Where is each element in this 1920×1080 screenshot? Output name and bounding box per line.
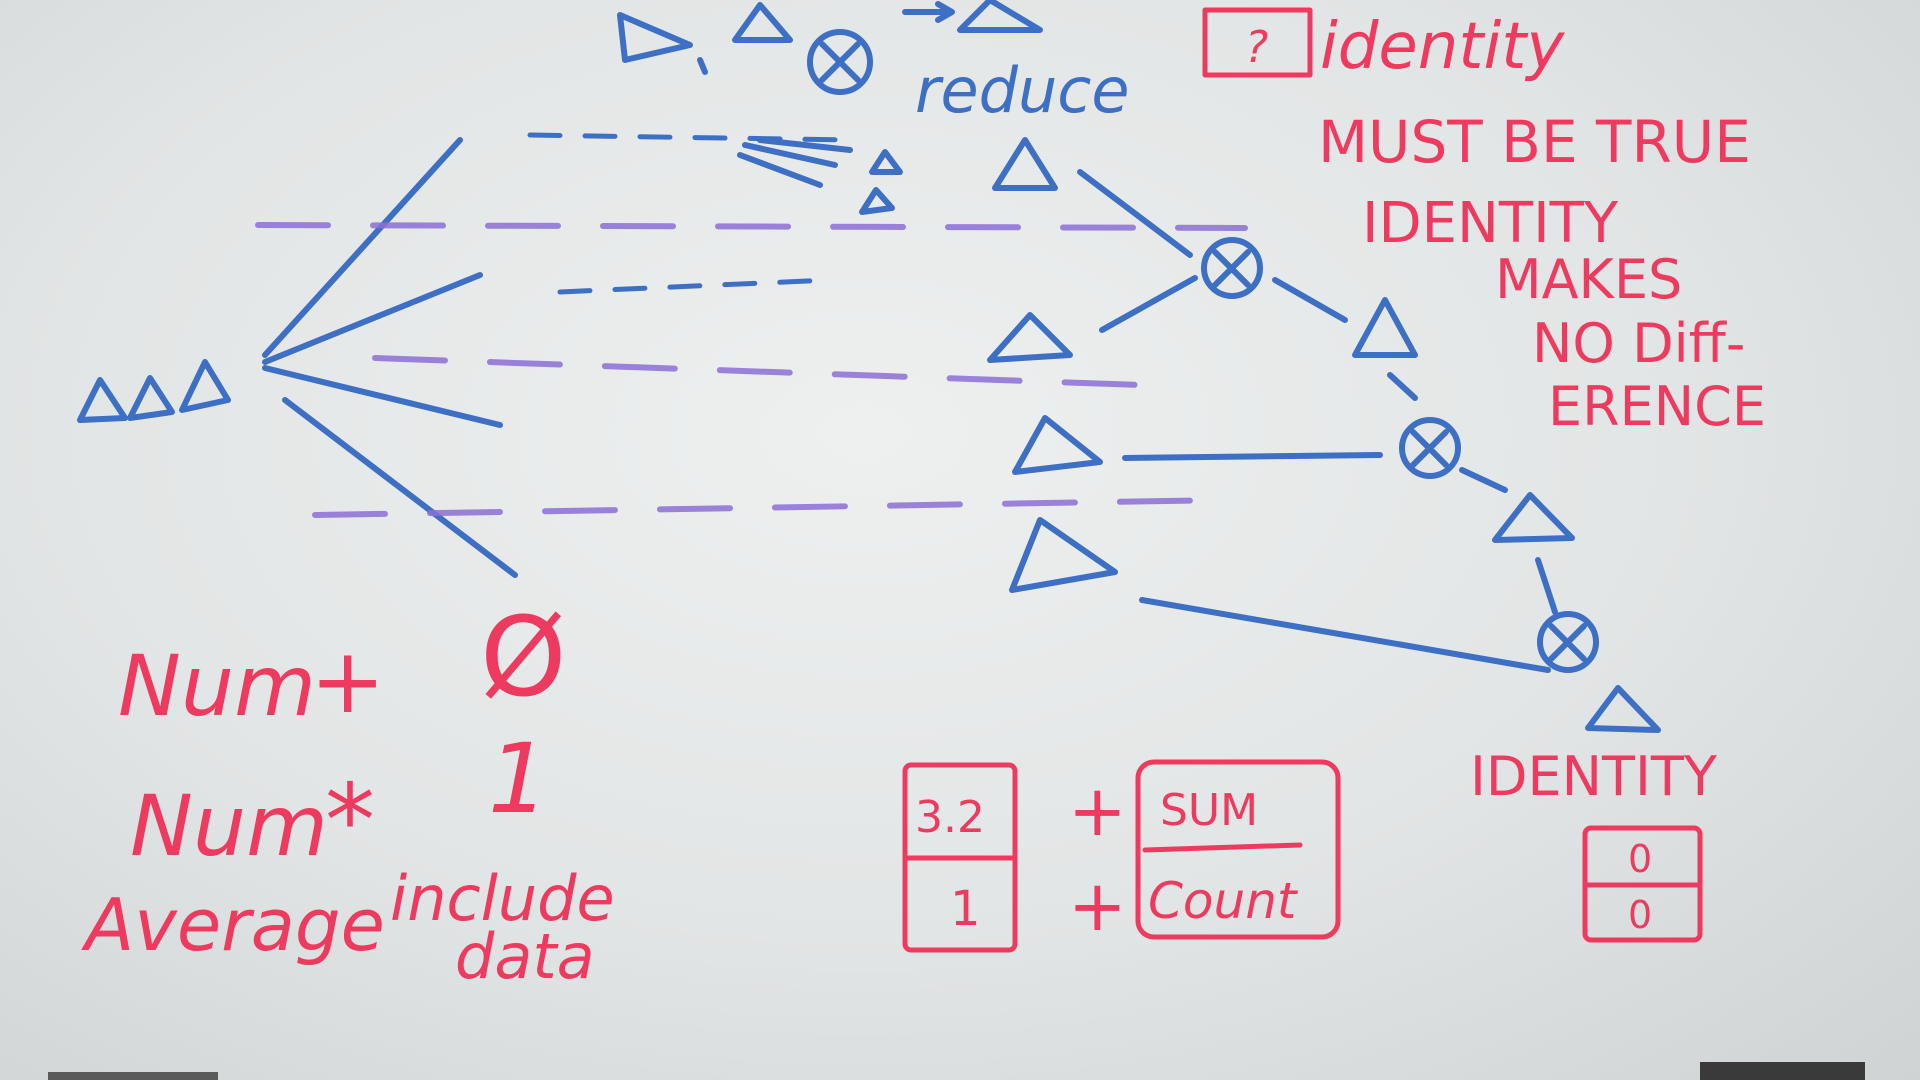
value-bottom: 1 [950, 881, 981, 937]
value-top: 3.2 [915, 792, 985, 843]
accumulator-sum: SUM [1160, 785, 1258, 836]
product-identity: 1 [488, 723, 549, 835]
accumulator-count: Count [1148, 872, 1299, 930]
triangle-icon [1492, 492, 1575, 543]
triangle-icon [127, 375, 175, 421]
whiteboard-drawing: reduce ? identity MUST BE TRUE IDENTITY … [48, 0, 1865, 1080]
average-pair: 3.2 1 + + SUM Count [902, 759, 1341, 953]
rule-line-1: MUST BE TRUE [1318, 108, 1751, 176]
board-edge-mark [48, 1072, 218, 1080]
identity-heading: identity [1320, 10, 1565, 84]
triangle-icon [957, 0, 1043, 33]
triangle-icon [869, 149, 903, 175]
triangle-icon [1585, 685, 1661, 733]
triangle-icon [992, 137, 1058, 191]
sum-num: Num [118, 637, 316, 735]
identity-pair-label: IDENTITY [1470, 745, 1718, 808]
triangle-icon [1352, 297, 1418, 358]
arrow-right-icon [902, 1, 955, 23]
rule-line-2: IDENTITY [1362, 191, 1619, 256]
triangle-icon [617, 12, 693, 63]
input-elements [77, 359, 231, 423]
triangle-icon [1009, 517, 1118, 593]
triangle-icon [77, 377, 128, 423]
sum-operator: + [310, 629, 385, 734]
triangle-icon [179, 359, 231, 413]
average-label: Average [81, 883, 385, 967]
product-num: Num [130, 777, 328, 875]
sum-identity: Ø [480, 593, 567, 721]
product-operator: * [325, 762, 375, 879]
identity-examples: Num + Ø Num * 1 Average include data [81, 593, 615, 993]
plus-bottom: + [1068, 865, 1127, 947]
question-mark: ? [1245, 22, 1268, 73]
rule-line-4: NO Diff- [1532, 312, 1745, 375]
triangle-icon [1012, 415, 1103, 475]
rule-line-3: MAKES [1495, 248, 1682, 311]
whiteboard: reduce ? identity MUST BE TRUE IDENTITY … [0, 0, 1920, 1080]
comma-mark [697, 57, 708, 75]
triangle-icon [732, 2, 793, 43]
average-note-line-2: data [455, 920, 595, 993]
board-edge-mark [1700, 1062, 1865, 1080]
triangle-icon [987, 312, 1073, 363]
identity-pair: IDENTITY 0 0 [1470, 745, 1718, 943]
combine-operator-cross [819, 41, 861, 83]
identity-bottom: 0 [1628, 893, 1652, 937]
triangle-icon [859, 187, 895, 215]
identity-top: 0 [1628, 837, 1652, 881]
plus-top: + [1068, 770, 1127, 852]
reduce-label: reduce [915, 54, 1130, 127]
rule-line-5: ERENCE [1548, 375, 1766, 438]
